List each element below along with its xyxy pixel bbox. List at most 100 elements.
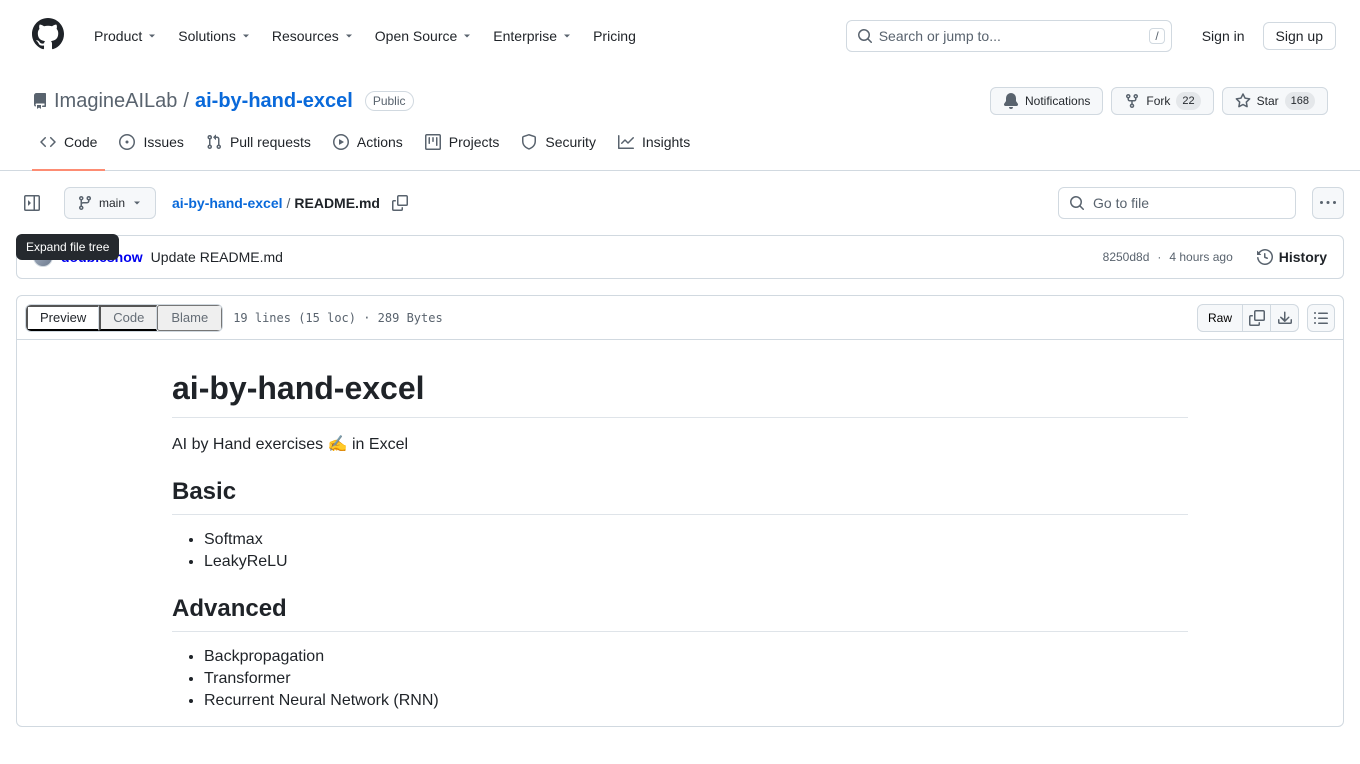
list-item: Softmax xyxy=(204,531,1188,549)
tab-label: Issues xyxy=(143,134,183,150)
go-to-file-input[interactable]: Go to file xyxy=(1058,187,1296,219)
global-nav: Product Solutions Resources Open Source … xyxy=(0,0,1360,71)
nav-pricing[interactable]: Pricing xyxy=(585,20,644,52)
sign-up-button[interactable]: Sign up xyxy=(1263,22,1336,50)
file-stats: 19 lines (15 loc) · 289 Bytes xyxy=(233,311,443,325)
branch-select[interactable]: main xyxy=(64,187,156,219)
view-mode-segment: Preview Code Blame xyxy=(25,304,223,332)
branch-icon xyxy=(77,195,93,211)
nav-label: Product xyxy=(94,28,142,44)
commit-time: 4 hours ago xyxy=(1169,250,1232,264)
tab-issues[interactable]: Issues xyxy=(111,126,191,170)
commit-sha[interactable]: 8250d8d xyxy=(1103,250,1150,264)
nav-resources[interactable]: Resources xyxy=(264,20,363,52)
tab-insights[interactable]: Insights xyxy=(610,126,698,170)
download-icon xyxy=(1277,310,1293,326)
list-icon xyxy=(1313,310,1329,326)
more-options-button[interactable] xyxy=(1312,187,1344,219)
breadcrumb: ai-by-hand-excel / README.md xyxy=(172,191,412,215)
fork-label: Fork xyxy=(1146,94,1170,108)
nav-solutions[interactable]: Solutions xyxy=(170,20,260,52)
preview-tab[interactable]: Preview xyxy=(26,305,99,331)
expand-tree-button[interactable] xyxy=(16,187,48,219)
github-logo[interactable] xyxy=(32,18,64,53)
notifications-button[interactable]: Notifications xyxy=(990,87,1103,115)
history-label: History xyxy=(1279,249,1327,265)
copy-icon xyxy=(392,195,408,211)
nav-label: Solutions xyxy=(178,28,236,44)
owner-link[interactable]: ImagineAILab xyxy=(54,90,177,113)
nav-enterprise[interactable]: Enterprise xyxy=(485,20,581,52)
star-count: 168 xyxy=(1285,92,1315,110)
notifications-label: Notifications xyxy=(1025,94,1090,108)
tab-actions[interactable]: Actions xyxy=(325,126,411,170)
sidebar-expand-icon xyxy=(24,195,40,211)
nav-label: Pricing xyxy=(593,28,636,44)
readme-content: ai-by-hand-excel AI by Hand exercises ✍️… xyxy=(17,340,1343,710)
fork-button[interactable]: Fork 22 xyxy=(1111,87,1213,115)
copy-raw-button[interactable] xyxy=(1243,304,1271,332)
readme-tagline: AI by Hand exercises ✍️ in Excel xyxy=(172,434,1188,454)
fork-count: 22 xyxy=(1176,92,1200,110)
nav-open-source[interactable]: Open Source xyxy=(367,20,482,52)
tooltip: Expand file tree xyxy=(16,234,119,260)
copy-icon xyxy=(1249,310,1265,326)
file-box: Preview Code Blame 19 lines (15 loc) · 2… xyxy=(16,295,1344,727)
nav-product[interactable]: Product xyxy=(86,20,166,52)
tab-label: Code xyxy=(64,134,97,150)
repo-header: ImagineAILab / ai-by-hand-excel Public N… xyxy=(0,71,1360,123)
nav-label: Open Source xyxy=(375,28,458,44)
search-icon xyxy=(857,28,873,44)
kebab-icon xyxy=(1320,195,1336,211)
tab-label: Insights xyxy=(642,134,690,150)
readme-h2-basic: Basic xyxy=(172,478,1188,515)
readme-h2-advanced: Advanced xyxy=(172,595,1188,632)
code-tab[interactable]: Code xyxy=(99,305,157,331)
go-to-file-placeholder: Go to file xyxy=(1093,195,1149,211)
nav-label: Enterprise xyxy=(493,28,557,44)
tab-label: Security xyxy=(545,134,596,150)
blame-tab[interactable]: Blame xyxy=(157,305,222,331)
readme-h1: ai-by-hand-excel xyxy=(172,370,1188,418)
search-icon xyxy=(1069,195,1085,211)
search-placeholder: Search or jump to... xyxy=(879,28,1001,44)
repo-name-link[interactable]: ai-by-hand-excel xyxy=(195,90,353,113)
tab-code[interactable]: Code xyxy=(32,126,105,170)
star-button[interactable]: Star 168 xyxy=(1222,87,1328,115)
visibility-badge: Public xyxy=(365,91,414,111)
raw-button[interactable]: Raw xyxy=(1197,304,1243,332)
nav-label: Resources xyxy=(272,28,339,44)
repo-icon xyxy=(32,93,48,109)
search-shortcut: / xyxy=(1149,28,1164,44)
fork-icon xyxy=(1124,93,1140,109)
search-input[interactable]: Search or jump to... / xyxy=(846,20,1172,52)
commit-message[interactable]: Update README.md xyxy=(151,249,283,265)
chevron-down-icon xyxy=(131,197,143,209)
list-item: Transformer xyxy=(204,670,1188,688)
download-button[interactable] xyxy=(1271,304,1299,332)
tab-label: Projects xyxy=(449,134,500,150)
history-icon xyxy=(1257,249,1273,265)
list-item: Backpropagation xyxy=(204,648,1188,666)
star-label: Star xyxy=(1257,94,1279,108)
list-item: Recurrent Neural Network (RNN) xyxy=(204,692,1188,710)
tab-pull-requests[interactable]: Pull requests xyxy=(198,126,319,170)
star-icon xyxy=(1235,93,1251,109)
file-nav: main ai-by-hand-excel / README.md Go to … xyxy=(0,171,1360,235)
tab-projects[interactable]: Projects xyxy=(417,126,508,170)
breadcrumb-repo[interactable]: ai-by-hand-excel xyxy=(172,195,282,211)
file-toolbar: Preview Code Blame 19 lines (15 loc) · 2… xyxy=(17,296,1343,340)
breadcrumb-file: README.md xyxy=(294,195,380,211)
copy-path-button[interactable] xyxy=(388,191,412,215)
nav-menu: Product Solutions Resources Open Source … xyxy=(86,20,644,52)
tab-security[interactable]: Security xyxy=(513,126,604,170)
repo-tabs: Code Issues Pull requests Actions Projec… xyxy=(0,123,1360,171)
latest-commit: doubleshow Update README.md 8250d8d · 4 … xyxy=(16,235,1344,279)
outline-button[interactable] xyxy=(1307,304,1335,332)
tab-label: Actions xyxy=(357,134,403,150)
tab-label: Pull requests xyxy=(230,134,311,150)
history-button[interactable]: History xyxy=(1257,249,1327,265)
sign-in-link[interactable]: Sign in xyxy=(1194,22,1253,50)
bell-icon xyxy=(1003,93,1019,109)
advanced-list: Backpropagation Transformer Recurrent Ne… xyxy=(172,648,1188,710)
